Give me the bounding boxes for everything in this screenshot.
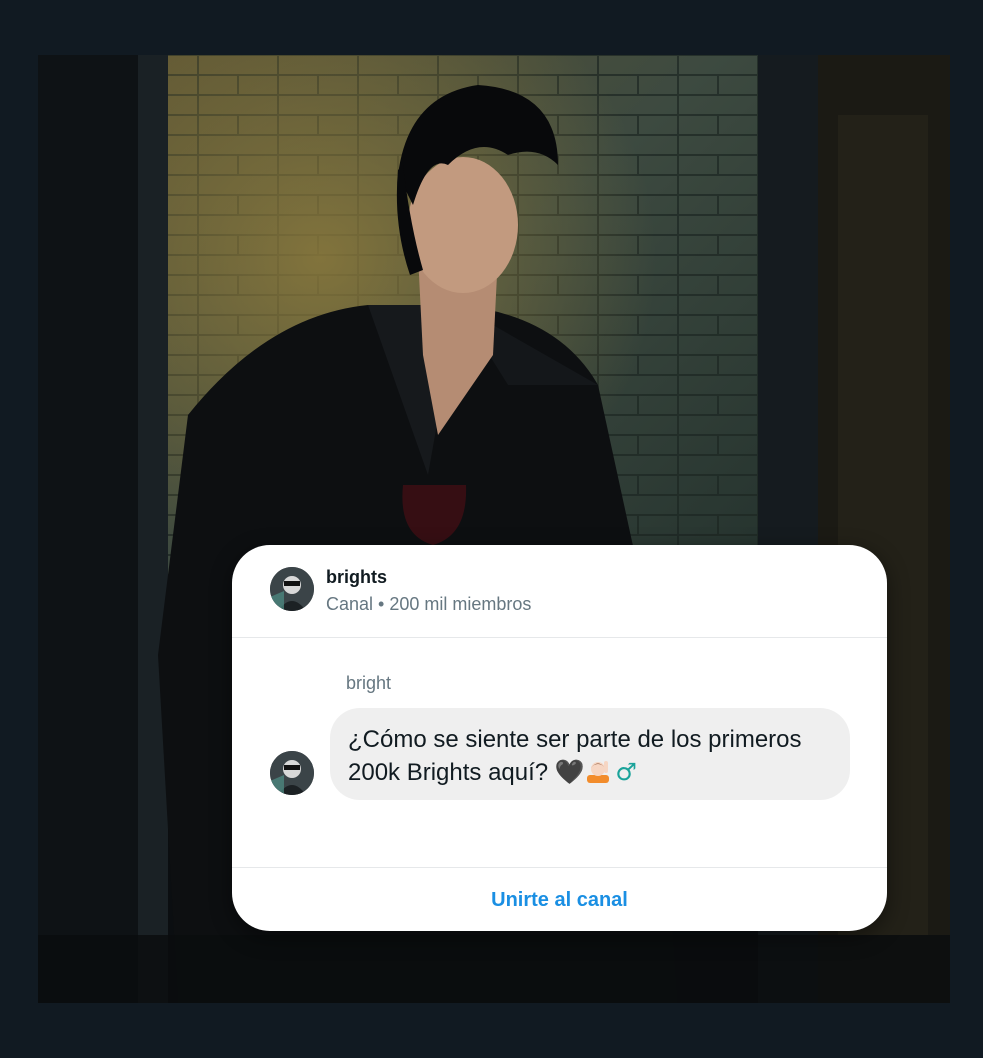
channel-member-count: Canal • 200 mil miembros <box>326 594 532 614</box>
channel-header[interactable]: brights Canal • 200 mil miembros <box>232 545 887 638</box>
card-footer: Unirte al canal <box>232 867 887 931</box>
message-sender-name: bright <box>346 673 392 693</box>
message-bubble: ¿Cómo se siente ser parte de los primero… <box>330 708 850 800</box>
join-channel-button[interactable]: Unirte al canal <box>232 868 887 931</box>
black-heart-icon: 🖤 <box>554 758 585 786</box>
channel-name: brights <box>326 567 387 587</box>
profile-photo-icon <box>270 751 314 795</box>
message-text-line-1: ¿Cómo se siente ser parte de los primero… <box>348 726 802 753</box>
male-sign-icon: ♂ <box>615 758 637 786</box>
message-text-line-2: 200k Brights aquí? 🖤 ♂ <box>348 756 832 789</box>
message-sender-avatar <box>270 751 314 795</box>
message-text-line-2-text: 200k Brights aquí? <box>348 759 549 786</box>
channel-avatar <box>270 567 314 611</box>
channel-preview-card: brights Canal • 200 mil miembros bright … <box>232 545 887 931</box>
profile-photo-icon <box>270 567 314 611</box>
person-raising-hand-icon <box>586 761 609 783</box>
